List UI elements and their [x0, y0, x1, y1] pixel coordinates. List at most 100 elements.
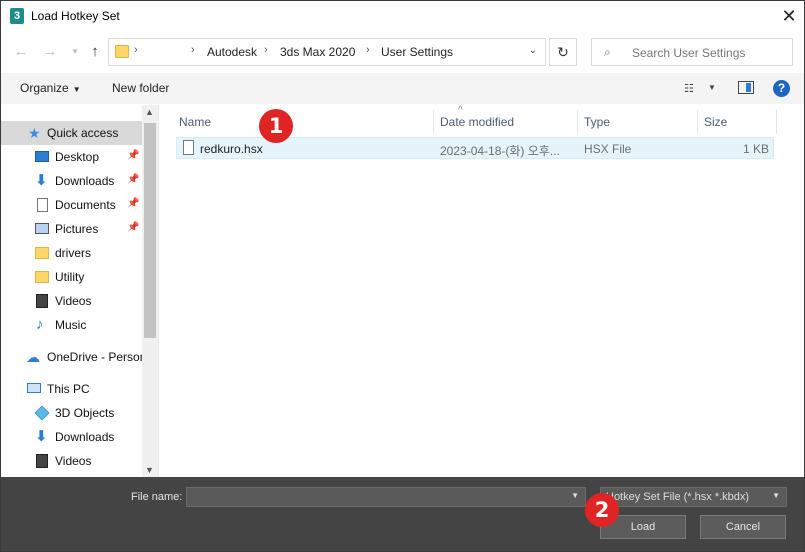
- close-icon[interactable]: ✕: [774, 1, 804, 32]
- file-name-input[interactable]: ▼: [186, 487, 586, 507]
- sidebar-item-label: Quick access: [47, 126, 119, 140]
- back-arrow-icon[interactable]: ←: [11, 42, 31, 62]
- dialog-window: 3 Load Hotkey Set ✕ ← → ▼ ↑ › › Autodesk…: [0, 0, 805, 552]
- sidebar-item-desktop[interactable]: Desktop 📌: [1, 145, 142, 169]
- sidebar-item-label: Pictures: [55, 222, 99, 236]
- sidebar-item-pictures[interactable]: Pictures 📌: [1, 217, 142, 241]
- pin-icon[interactable]: 📌: [127, 150, 139, 161]
- cancel-button[interactable]: Cancel: [700, 515, 786, 539]
- breadcrumb-3ds-max[interactable]: 3ds Max 2020: [280, 45, 355, 59]
- download-icon: ⬇: [35, 172, 48, 189]
- sidebar-item-3d-objects[interactable]: 3D Objects: [1, 401, 142, 425]
- new-folder-button[interactable]: New folder: [112, 81, 169, 95]
- onedrive-icon: ☁: [26, 349, 40, 365]
- scroll-down-icon[interactable]: ▼: [145, 465, 154, 475]
- sidebar-item-videos[interactable]: Videos: [1, 289, 142, 313]
- sidebar-item-label: Music: [55, 318, 87, 332]
- sidebar-item-onedrive[interactable]: ☁ OneDrive - Person: [1, 345, 142, 369]
- pc-icon: [27, 383, 41, 393]
- sidebar-scrollbar[interactable]: ▲ ▼: [142, 105, 158, 477]
- organize-label: Organize: [20, 81, 69, 95]
- chevron-down-icon[interactable]: ▼: [571, 491, 579, 500]
- navigation-row: ← → ▼ ↑ › › Autodesk › 3ds Max 2020 › Us…: [1, 32, 804, 72]
- scroll-up-icon[interactable]: ▲: [145, 107, 154, 117]
- 3d-objects-icon: [34, 405, 50, 421]
- sidebar-item-this-pc[interactable]: This PC: [1, 377, 142, 401]
- desktop-icon: [35, 151, 49, 162]
- file-icon: [183, 140, 194, 155]
- view-options-icon[interactable]: ☷: [684, 82, 694, 95]
- sidebar-item-label: Videos: [55, 454, 92, 468]
- file-name-label: File name:: [131, 491, 183, 503]
- sidebar-item-documents[interactable]: Documents 📌: [1, 193, 142, 217]
- column-header-type[interactable]: Type: [577, 110, 697, 134]
- chevron-right-icon[interactable]: ›: [191, 44, 195, 56]
- column-header-date[interactable]: Date modified: [433, 110, 577, 134]
- sidebar-item-quick-access[interactable]: ★ Quick access: [1, 121, 142, 145]
- pin-icon[interactable]: 📌: [127, 222, 139, 233]
- file-type: HSX File: [584, 142, 632, 156]
- step-marker-1: 1: [259, 109, 293, 143]
- sidebar-item-label: OneDrive - Person: [47, 350, 142, 364]
- chevron-right-icon[interactable]: ›: [264, 44, 268, 56]
- sidebar-item-utility[interactable]: Utility: [1, 265, 142, 289]
- search-input[interactable]: ⌕ Search User Settings: [591, 38, 793, 66]
- star-icon: ★: [28, 125, 41, 141]
- folder-icon: [35, 271, 49, 283]
- address-bar[interactable]: › › Autodesk › 3ds Max 2020 › User Setti…: [108, 38, 546, 66]
- chevron-right-icon[interactable]: ›: [366, 44, 370, 56]
- command-bar: Organize ▼ New folder ☷ ▼ ?: [1, 73, 804, 104]
- step-marker-2: 2: [585, 493, 619, 527]
- organize-button[interactable]: Organize ▼: [20, 81, 81, 95]
- column-header-size[interactable]: Size: [697, 110, 777, 134]
- sidebar-item-label: Downloads: [55, 430, 115, 444]
- music-icon: ♪: [36, 316, 44, 333]
- chevron-down-icon[interactable]: ⌄: [529, 45, 537, 56]
- sidebar-item-label: This PC: [47, 382, 90, 396]
- chevron-down-icon: ▼: [72, 85, 81, 94]
- file-row[interactable]: redkuro.hsx 2023-04-18-(화) 오후... HSX Fil…: [176, 137, 774, 159]
- folder-icon: [35, 247, 49, 259]
- sidebar-item-downloads-pc[interactable]: ⬇ Downloads: [1, 425, 142, 449]
- breadcrumb-user-settings[interactable]: User Settings: [381, 45, 453, 59]
- preview-pane-icon[interactable]: [738, 81, 754, 94]
- sidebar-item-downloads[interactable]: ⬇ Downloads 📌: [1, 169, 142, 193]
- chevron-down-icon[interactable]: ▼: [708, 83, 716, 92]
- search-icon: ⌕: [604, 45, 611, 59]
- file-type-filter[interactable]: Hotkey Set File (*.hsx *.kbdx) ▼: [600, 487, 787, 507]
- help-icon[interactable]: ?: [773, 80, 790, 97]
- recent-locations-chevron-icon[interactable]: ▼: [65, 42, 85, 62]
- sidebar-item-label: 3D Objects: [55, 406, 115, 420]
- column-header-name[interactable]: Name: [173, 110, 433, 134]
- breadcrumb-autodesk[interactable]: Autodesk: [207, 45, 257, 59]
- forward-arrow-icon[interactable]: →: [40, 42, 60, 62]
- file-type-filter-value: Hotkey Set File (*.hsx *.kbdx): [606, 491, 750, 503]
- document-icon: [37, 198, 48, 212]
- search-placeholder: Search User Settings: [632, 46, 746, 60]
- pin-icon[interactable]: 📌: [127, 198, 139, 209]
- file-name: redkuro.hsx: [200, 142, 263, 156]
- chevron-right-icon[interactable]: ›: [134, 44, 138, 56]
- file-size: 1 KB: [742, 142, 769, 156]
- sidebar-item-label: drivers: [55, 246, 92, 260]
- sidebar-item-label: Utility: [55, 270, 85, 284]
- column-header-label: Date modified: [440, 115, 515, 129]
- file-date: 2023-04-18-(화) 오후...: [440, 144, 560, 158]
- scrollbar-thumb[interactable]: [144, 123, 156, 338]
- column-header-label: Name: [179, 115, 212, 129]
- pin-icon[interactable]: 📌: [127, 174, 139, 185]
- sidebar-item-music[interactable]: ♪ Music: [1, 313, 142, 337]
- download-icon: ⬇: [35, 428, 48, 445]
- window-title: Load Hotkey Set: [31, 9, 120, 23]
- chevron-down-icon[interactable]: ▼: [772, 491, 780, 500]
- sidebar-item-drivers[interactable]: drivers: [1, 241, 142, 265]
- dialog-footer: File name: ▼ Hotkey Set File (*.hsx *.kb…: [1, 477, 804, 551]
- navigation-pane: ★ Quick access Desktop 📌 ⬇ Downloads 📌 D…: [1, 105, 159, 477]
- refresh-icon[interactable]: ↻: [549, 38, 577, 66]
- sidebar-item-videos-pc[interactable]: Videos: [1, 449, 142, 473]
- title-bar: 3 Load Hotkey Set ✕: [1, 1, 804, 32]
- column-header-label: Size: [704, 115, 728, 129]
- up-arrow-icon[interactable]: ↑: [85, 42, 105, 62]
- video-icon: [36, 294, 48, 308]
- app-icon: 3: [10, 8, 24, 24]
